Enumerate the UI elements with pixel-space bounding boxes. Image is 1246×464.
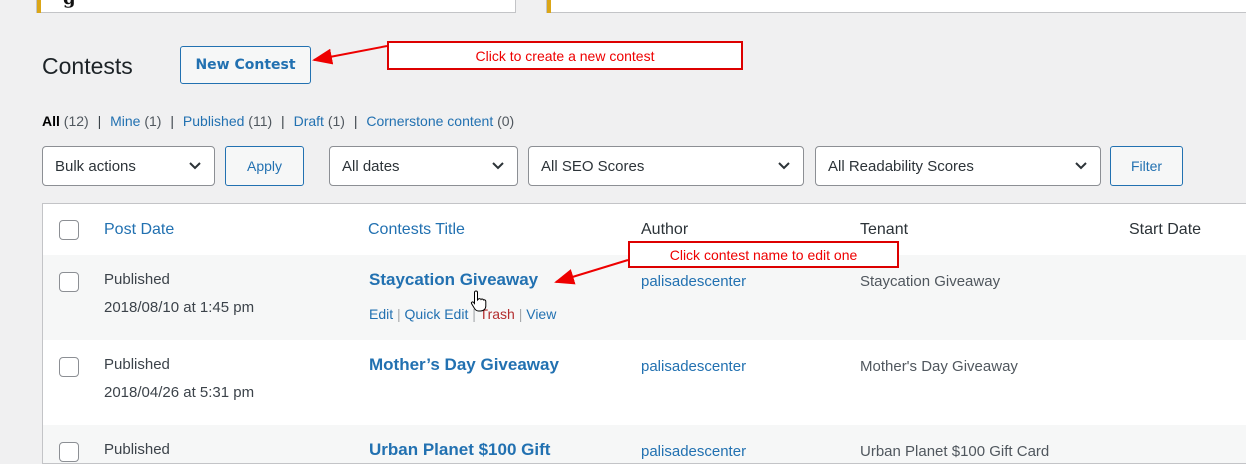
hand-cursor-icon	[470, 290, 487, 312]
top-card-right	[546, 0, 1246, 13]
contest-title-link[interactable]: Staycation Giveaway	[369, 270, 538, 290]
row-checkbox[interactable]	[59, 442, 79, 462]
annotation-new-contest: Click to create a new contest	[387, 41, 743, 70]
filter-mine-count: (1)	[144, 113, 162, 129]
author-link[interactable]: palisadescenter	[641, 358, 746, 375]
header-post-date[interactable]: Post Date	[104, 221, 174, 239]
separator: |	[397, 306, 401, 322]
bulk-actions-value: Bulk actions	[55, 157, 136, 175]
filter-cornerstone[interactable]: Cornerstone content	[366, 113, 493, 129]
readability-scores-value: All Readability Scores	[828, 157, 974, 175]
top-card-left: g	[36, 0, 516, 13]
dates-select[interactable]: All dates	[329, 146, 518, 186]
contest-title-link[interactable]: Urban Planet $100 Gift	[369, 440, 550, 460]
annotation-edit-contest: Click contest name to edit one	[628, 241, 899, 268]
page-title: Contests	[42, 53, 133, 79]
quick-edit-link[interactable]: Quick Edit	[405, 306, 469, 322]
header-start-date: Start Date	[1129, 221, 1202, 238]
filter-all-count: (12)	[63, 113, 89, 129]
row-checkbox[interactable]	[59, 272, 79, 292]
post-status: Published	[104, 271, 170, 288]
apply-button[interactable]: Apply	[225, 146, 304, 186]
filter-all[interactable]: All	[42, 113, 60, 129]
table-row: Published 2018/04/26 at 5:31 pm Mother’s…	[43, 340, 1246, 425]
filter-published-count: (11)	[248, 113, 273, 129]
card-accent	[547, 0, 551, 13]
chevron-down-icon	[492, 162, 504, 170]
card-accent	[37, 0, 41, 13]
dates-value: All dates	[342, 157, 400, 175]
seo-scores-select[interactable]: All SEO Scores	[528, 146, 804, 186]
tenant-value: Staycation Giveaway	[860, 273, 1001, 290]
header-contests-title[interactable]: Contests Title	[368, 221, 465, 239]
bulk-actions-select[interactable]: Bulk actions	[42, 146, 215, 186]
filter-mine[interactable]: Mine	[110, 113, 140, 129]
filter-cornerstone-count: (0)	[497, 113, 515, 129]
contest-title-link[interactable]: Mother’s Day Giveaway	[369, 355, 559, 375]
top-card-title: g	[63, 0, 76, 9]
tenant-value: Mother's Day Giveaway	[860, 358, 1018, 375]
separator: |	[97, 113, 102, 129]
view-link[interactable]: View	[526, 306, 556, 322]
post-date: 2018/04/26 at 5:31 pm	[104, 384, 255, 401]
select-all-checkbox[interactable]	[59, 220, 79, 240]
author-link[interactable]: palisadescenter	[641, 273, 746, 290]
new-contest-button[interactable]: New Contest	[180, 46, 311, 84]
filter-button[interactable]: Filter	[1110, 146, 1183, 186]
separator: |	[353, 113, 358, 129]
tenant-value: Urban Planet $100 Gift Card	[860, 443, 1050, 460]
separator: |	[518, 306, 523, 322]
post-status: Published	[104, 441, 170, 458]
filter-draft[interactable]: Draft	[294, 113, 324, 129]
status-filter-links: All (12) | Mine (1) | Published (11) | D…	[42, 113, 514, 129]
separator: |	[281, 113, 285, 129]
filter-draft-count: (1)	[327, 113, 345, 129]
chevron-down-icon	[1075, 162, 1087, 170]
row-actions: Edit | Quick Edit | Trash | View	[369, 306, 556, 322]
chevron-down-icon	[778, 162, 790, 170]
table-row: Published Urban Planet $100 Gift palisad…	[43, 425, 1246, 463]
filter-published[interactable]: Published	[183, 113, 245, 129]
post-status: Published	[104, 356, 170, 373]
chevron-down-icon	[189, 162, 201, 170]
arrow-to-new-button	[312, 45, 388, 65]
header-tenant: Tenant	[860, 221, 909, 238]
separator: |	[170, 113, 175, 129]
edit-link[interactable]: Edit	[369, 306, 393, 322]
author-link[interactable]: palisadescenter	[641, 443, 746, 460]
seo-scores-value: All SEO Scores	[541, 157, 645, 175]
row-checkbox[interactable]	[59, 357, 79, 377]
post-date: 2018/08/10 at 1:45 pm	[104, 299, 255, 316]
header-author: Author	[641, 221, 689, 238]
readability-scores-select[interactable]: All Readability Scores	[815, 146, 1101, 186]
